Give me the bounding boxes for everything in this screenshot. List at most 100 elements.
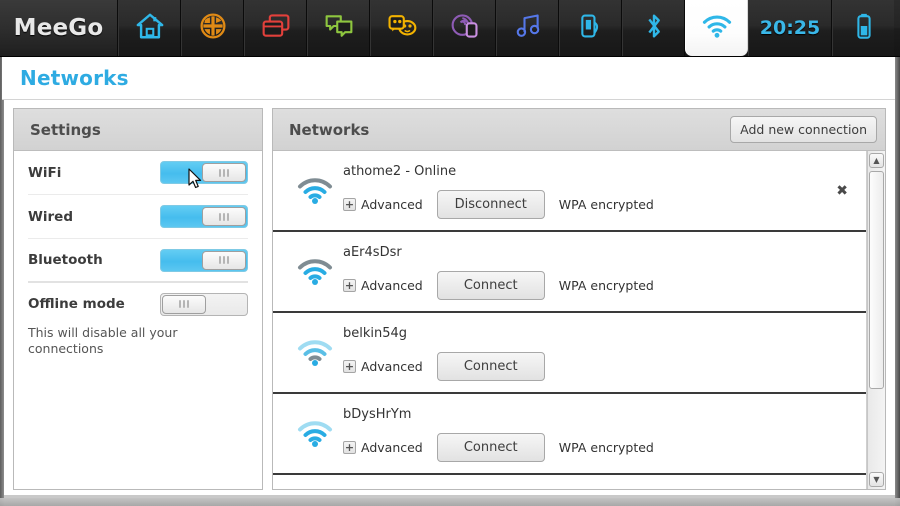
scroll-down-icon[interactable]: ▼ bbox=[869, 472, 884, 487]
settings-list: WiFi Wired Bluetooth Offline mode This w… bbox=[14, 151, 262, 364]
advanced-label: Advanced bbox=[361, 197, 423, 212]
windows-icon bbox=[261, 12, 291, 44]
advanced-toggle[interactable]: + Advanced bbox=[343, 359, 423, 374]
networks-panel-header: Networks Add new connection bbox=[273, 109, 885, 151]
battery-icon bbox=[854, 12, 874, 44]
network-row-controls: + Advanced Connect WPA encrypted bbox=[343, 433, 866, 462]
advanced-toggle[interactable]: + Advanced bbox=[343, 278, 423, 293]
setting-label-offline-mode: Offline mode bbox=[28, 296, 125, 312]
setting-row-offline-mode: Offline mode bbox=[28, 283, 248, 325]
media-icon bbox=[450, 12, 480, 44]
chat-icon bbox=[324, 12, 354, 44]
home-icon bbox=[135, 11, 165, 45]
connect-button[interactable]: Connect bbox=[436, 433, 545, 462]
network-row-controls: + Advanced Connect bbox=[343, 352, 866, 381]
close-icon[interactable]: ✖ bbox=[836, 184, 848, 198]
encryption-label: WPA encrypted bbox=[558, 440, 654, 455]
plus-icon: + bbox=[343, 279, 356, 292]
advanced-toggle[interactable]: + Advanced bbox=[343, 197, 423, 212]
toggle-bluetooth[interactable] bbox=[160, 248, 248, 272]
toolbar-item-devices[interactable] bbox=[559, 0, 622, 56]
network-row-body: bDysHrYm + Advanced Connect WPA encrypte… bbox=[343, 405, 866, 462]
setting-row-wired: Wired bbox=[28, 195, 248, 239]
toggle-knob bbox=[202, 207, 246, 226]
offline-mode-note: This will disable all your connections bbox=[28, 325, 178, 357]
advanced-label: Advanced bbox=[361, 359, 423, 374]
wifi-signal-medium-icon bbox=[287, 419, 343, 449]
disconnect-button[interactable]: Disconnect bbox=[436, 190, 545, 219]
network-row-body: athome2 - Online + Advanced Disconnect W… bbox=[343, 162, 866, 219]
setting-label-wifi: WiFi bbox=[28, 164, 62, 181]
page-titlebar: Networks bbox=[2, 57, 895, 100]
network-row[interactable]: belkin54g + Advanced Connect bbox=[273, 313, 866, 394]
network-row[interactable]: MORTEN-PC Network bbox=[273, 475, 866, 489]
music-icon bbox=[514, 12, 542, 44]
advanced-label: Advanced bbox=[361, 278, 423, 293]
toggle-knob bbox=[202, 250, 246, 270]
network-name: aEr4sDsr bbox=[343, 245, 402, 260]
advanced-toggle[interactable]: + Advanced bbox=[343, 440, 423, 455]
toolbar-item-home[interactable] bbox=[118, 0, 181, 56]
network-row-controls: + Advanced Connect WPA encrypted bbox=[343, 271, 866, 300]
people-icon bbox=[386, 12, 418, 44]
settings-panel-header: Settings bbox=[14, 109, 262, 151]
toolbar-item-people[interactable] bbox=[370, 0, 433, 56]
toolbar-item-applications[interactable] bbox=[181, 0, 244, 56]
apps-icon bbox=[199, 12, 227, 44]
plus-icon: + bbox=[343, 360, 356, 373]
network-row[interactable]: athome2 - Online + Advanced Disconnect W… bbox=[273, 151, 866, 232]
toolbar-item-media[interactable] bbox=[433, 0, 496, 56]
encryption-label: WPA encrypted bbox=[558, 197, 654, 212]
setting-label-wired: Wired bbox=[28, 208, 73, 225]
page-title: Networks bbox=[20, 66, 129, 90]
toolbar-item-messaging[interactable] bbox=[307, 0, 370, 56]
toolbar-item-zones[interactable] bbox=[244, 0, 307, 56]
scroll-up-icon[interactable]: ▲ bbox=[869, 153, 884, 168]
toggle-wired[interactable] bbox=[160, 205, 248, 228]
advanced-label: Advanced bbox=[361, 440, 423, 455]
scrollbar-thumb[interactable] bbox=[869, 171, 884, 389]
network-name: belkin54g bbox=[343, 326, 408, 341]
connect-button[interactable]: Connect bbox=[436, 271, 545, 300]
settings-heading: Settings bbox=[30, 120, 101, 139]
network-row[interactable]: aEr4sDsr + Advanced Connect WPA encrypte… bbox=[273, 232, 866, 313]
toggle-wifi[interactable] bbox=[160, 161, 248, 184]
toggle-offline-mode[interactable] bbox=[160, 292, 248, 316]
meego-brand-label: MeeGo bbox=[0, 0, 118, 56]
toolbar-clock[interactable]: 20:25 bbox=[748, 0, 832, 56]
settings-panel: Settings WiFi Wired Bluetooth Offline mo… bbox=[13, 108, 263, 490]
setting-row-wifi: WiFi bbox=[28, 151, 248, 195]
host-taskbar-sliver bbox=[0, 498, 900, 506]
network-name: bDysHrYm bbox=[343, 407, 412, 422]
wifi-signal-weak-icon bbox=[287, 338, 343, 368]
content-area: Settings WiFi Wired Bluetooth Offline mo… bbox=[4, 100, 895, 498]
bluetooth-icon bbox=[643, 11, 665, 45]
device-icon bbox=[578, 12, 604, 44]
networks-panel: Networks Add new connection athome2 - On… bbox=[272, 108, 886, 490]
toggle-knob bbox=[162, 294, 206, 314]
connect-button[interactable]: Connect bbox=[436, 352, 545, 381]
networks-scrollbar[interactable]: ▲ ▼ bbox=[867, 151, 885, 489]
network-row-body: aEr4sDsr + Advanced Connect WPA encrypte… bbox=[343, 243, 866, 300]
networks-list: athome2 - Online + Advanced Disconnect W… bbox=[273, 151, 867, 489]
toolbar-item-music[interactable] bbox=[496, 0, 559, 56]
setting-label-bluetooth: Bluetooth bbox=[28, 252, 103, 268]
network-name: athome2 - Online bbox=[343, 164, 457, 179]
network-row[interactable]: bDysHrYm + Advanced Connect WPA encrypte… bbox=[273, 394, 866, 475]
add-new-connection-button[interactable]: Add new connection bbox=[730, 116, 877, 143]
toolbar-item-networks[interactable] bbox=[685, 0, 748, 56]
setting-row-bluetooth: Bluetooth bbox=[28, 239, 248, 283]
toggle-knob bbox=[202, 163, 246, 182]
wifi-signal-strong-icon bbox=[287, 176, 343, 206]
network-row-body: belkin54g + Advanced Connect bbox=[343, 324, 866, 381]
scrollbar-track[interactable] bbox=[869, 171, 884, 469]
wifi-icon bbox=[701, 13, 733, 43]
meego-networks-screen: MeeGo 20:25 Networks Settings WiFi Wired… bbox=[0, 0, 900, 506]
plus-icon: + bbox=[343, 198, 356, 211]
window-frame-right bbox=[895, 57, 900, 506]
toolbar-item-battery[interactable] bbox=[832, 0, 894, 56]
top-toolbar: MeeGo 20:25 bbox=[0, 0, 900, 57]
toolbar-item-bluetooth[interactable] bbox=[622, 0, 685, 56]
network-row-controls: + Advanced Disconnect WPA encrypted bbox=[343, 190, 866, 219]
plus-icon: + bbox=[343, 441, 356, 454]
